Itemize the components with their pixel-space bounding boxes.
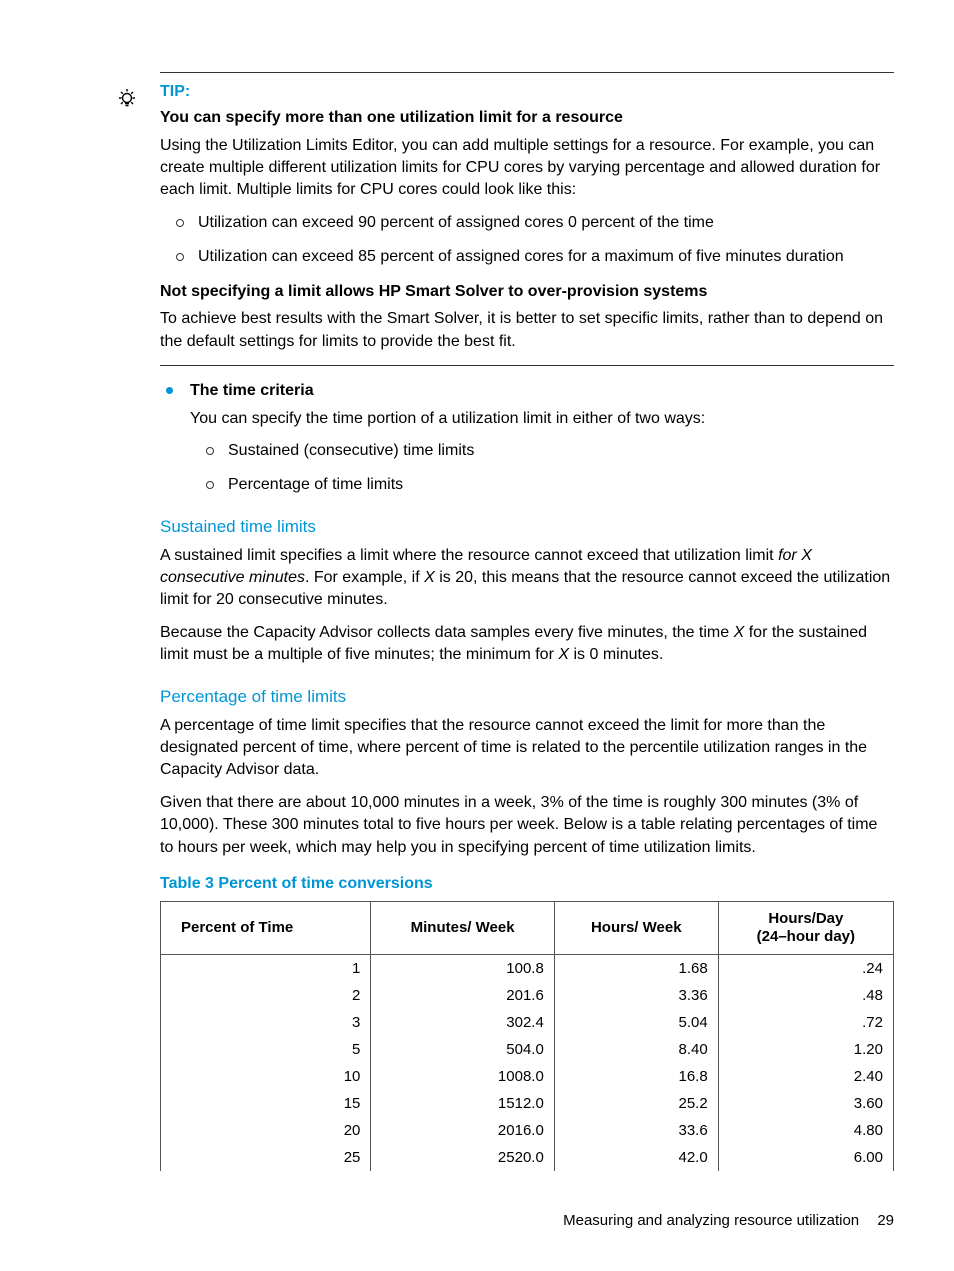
table-cell: 3 — [161, 1009, 371, 1036]
list-item: Percentage of time limits — [228, 474, 894, 496]
text-span-italic: X — [734, 624, 745, 641]
table-row: 202016.033.64.80 — [161, 1117, 894, 1144]
table-row: 1100.81.68.24 — [161, 954, 894, 982]
time-criteria-title: The time criteria — [190, 380, 894, 402]
text-span-italic: X — [558, 646, 569, 663]
table-cell: 1008.0 — [371, 1063, 554, 1090]
list-item: The time criteria You can specify the ti… — [160, 380, 894, 497]
list-item: Utilization can exceed 90 percent of ass… — [198, 212, 894, 234]
table-cell: 2.40 — [718, 1063, 893, 1090]
table-cell: .72 — [718, 1009, 893, 1036]
table-cell: 25.2 — [554, 1090, 718, 1117]
table-row: 3302.45.04.72 — [161, 1009, 894, 1036]
tip-heading-2: Not specifying a limit allows HP Smart S… — [160, 281, 894, 303]
col-header: Hours/ Week — [554, 901, 718, 954]
tip-paragraph-2: To achieve best results with the Smart S… — [160, 308, 894, 353]
table-cell: 1.68 — [554, 954, 718, 982]
list-item: Utilization can exceed 85 percent of ass… — [198, 246, 894, 268]
table-cell: 8.40 — [554, 1036, 718, 1063]
table-row: 5504.08.401.20 — [161, 1036, 894, 1063]
col-header-line1: Hours/Day — [768, 910, 843, 927]
tip-bullet-list-1: Utilization can exceed 90 percent of ass… — [160, 212, 894, 269]
table-cell: 1 — [161, 954, 371, 982]
table-cell: 4.80 — [718, 1117, 893, 1144]
text-span: A sustained limit specifies a limit wher… — [160, 547, 778, 564]
percentage-heading: Percentage of time limits — [160, 687, 894, 707]
table-cell: 6.00 — [718, 1144, 893, 1171]
table-row: 151512.025.23.60 — [161, 1090, 894, 1117]
sustained-p1: A sustained limit specifies a limit wher… — [160, 545, 894, 612]
table-cell: 2 — [161, 982, 371, 1009]
time-criteria-sublist: Sustained (consecutive) time limits Perc… — [190, 440, 894, 497]
table-cell: 1512.0 — [371, 1090, 554, 1117]
tip-paragraph-1: Using the Utilization Limits Editor, you… — [160, 135, 894, 202]
table-cell: 201.6 — [371, 982, 554, 1009]
table-title: Table 3 Percent of time conversions — [160, 875, 894, 893]
table-row: 2201.63.36.48 — [161, 982, 894, 1009]
list-item: Sustained (consecutive) time limits — [228, 440, 894, 462]
table-cell: 2520.0 — [371, 1144, 554, 1171]
tip-box: TIP: You can specify more than one utili… — [160, 72, 894, 366]
table-cell: 5.04 — [554, 1009, 718, 1036]
content-area: TIP: You can specify more than one utili… — [160, 72, 894, 497]
table-cell: 1.20 — [718, 1036, 893, 1063]
time-criteria-intro: You can specify the time portion of a ut… — [190, 408, 894, 430]
col-header: Minutes/ Week — [371, 901, 554, 954]
body-sections: Sustained time limits A sustained limit … — [160, 517, 894, 1171]
table-header-row: Percent of Time Minutes/ Week Hours/ Wee… — [161, 901, 894, 954]
page-number: 29 — [877, 1212, 894, 1229]
table-cell: 16.8 — [554, 1063, 718, 1090]
table-cell: 20 — [161, 1117, 371, 1144]
percentage-p1: A percentage of time limit specifies tha… — [160, 715, 894, 782]
table-cell: 302.4 — [371, 1009, 554, 1036]
table-cell: 15 — [161, 1090, 371, 1117]
text-span: Because the Capacity Advisor collects da… — [160, 624, 734, 641]
table-cell: 2016.0 — [371, 1117, 554, 1144]
table-cell: 5 — [161, 1036, 371, 1063]
sustained-p2: Because the Capacity Advisor collects da… — [160, 622, 894, 667]
col-header: Hours/Day(24–hour day) — [718, 901, 893, 954]
table-cell: 33.6 — [554, 1117, 718, 1144]
table-row: 252520.042.06.00 — [161, 1144, 894, 1171]
col-header-line2: (24–hour day) — [757, 928, 855, 945]
text-span-italic: X — [424, 569, 435, 586]
table-cell: 10 — [161, 1063, 371, 1090]
table-cell: 504.0 — [371, 1036, 554, 1063]
text-span: . For example, if — [305, 569, 424, 586]
table-cell: .24 — [718, 954, 893, 982]
tip-lightbulb-icon — [115, 87, 139, 111]
page-footer: Measuring and analyzing resource utiliza… — [563, 1212, 894, 1229]
table-row: 101008.016.82.40 — [161, 1063, 894, 1090]
footer-text: Measuring and analyzing resource utiliza… — [563, 1212, 859, 1229]
table-cell: 100.8 — [371, 954, 554, 982]
table-cell: 3.60 — [718, 1090, 893, 1117]
time-criteria-section: The time criteria You can specify the ti… — [160, 380, 894, 497]
document-page: TIP: You can specify more than one utili… — [0, 0, 954, 1271]
tip-heading-1: You can specify more than one utilizatio… — [160, 107, 894, 129]
table-cell: 3.36 — [554, 982, 718, 1009]
table-cell: 42.0 — [554, 1144, 718, 1171]
text-span: is 0 minutes. — [569, 646, 663, 663]
sustained-heading: Sustained time limits — [160, 517, 894, 537]
col-header: Percent of Time — [161, 901, 371, 954]
table-cell: 25 — [161, 1144, 371, 1171]
conversion-table: Percent of Time Minutes/ Week Hours/ Wee… — [160, 901, 894, 1171]
percentage-p2: Given that there are about 10,000 minute… — [160, 792, 894, 859]
table-cell: .48 — [718, 982, 893, 1009]
tip-label: TIP: — [160, 83, 894, 101]
